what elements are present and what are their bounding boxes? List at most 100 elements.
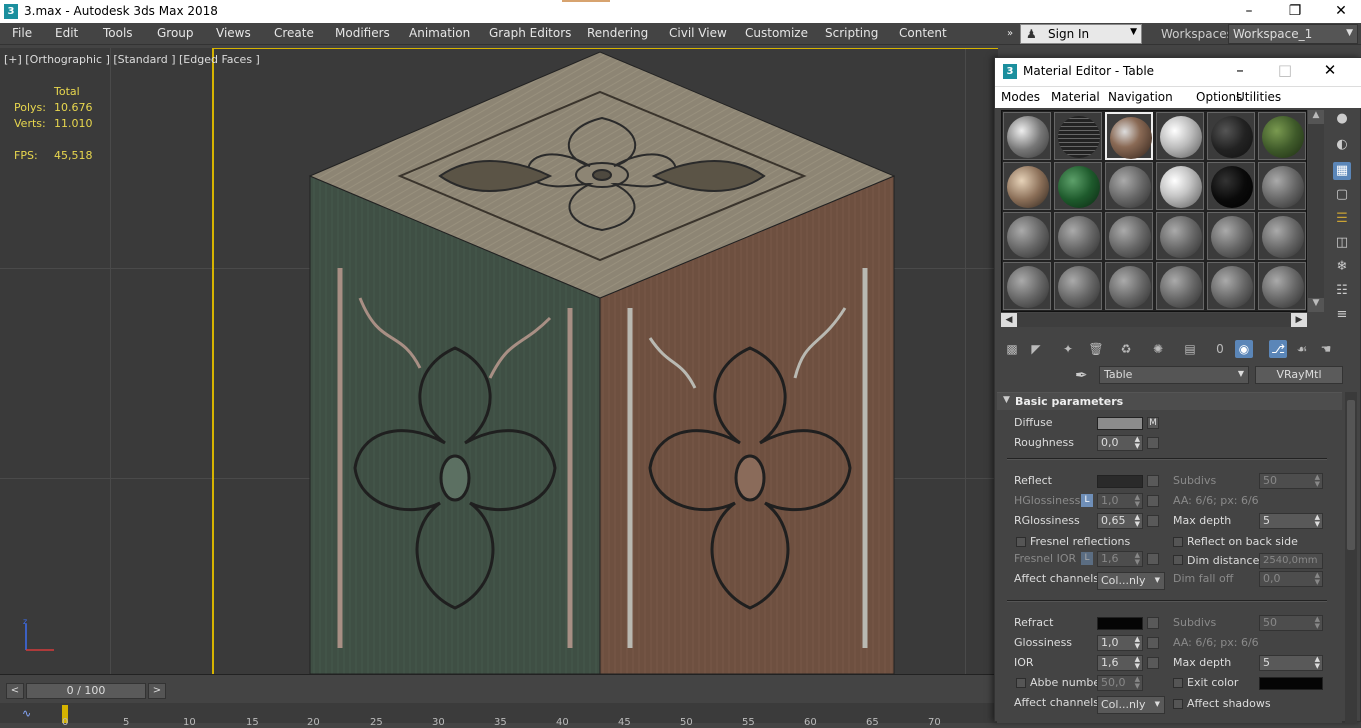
scroll-left-icon[interactable]: ◀ xyxy=(1001,313,1017,327)
sample-slot[interactable] xyxy=(1003,262,1051,310)
sample-slot[interactable] xyxy=(1105,212,1153,260)
curve-editor-icon[interactable]: ∿ xyxy=(22,707,31,720)
close-icon[interactable]: ✕ xyxy=(1310,61,1350,79)
sign-in-dropdown[interactable]: ♟ Sign In ▼ xyxy=(1020,24,1142,44)
fresnel-ior-spinner[interactable]: 1,6 ▲ ▼ xyxy=(1097,551,1143,567)
roughness-map-button[interactable] xyxy=(1147,437,1159,449)
menu-modifiers[interactable]: Modifiers xyxy=(335,26,390,40)
menu-create[interactable]: Create xyxy=(274,26,314,40)
fresnel-ior-lock-button[interactable]: L xyxy=(1081,552,1093,565)
affect-shadows-checkbox[interactable] xyxy=(1173,699,1183,709)
put-to-library-icon[interactable]: ▤ xyxy=(1181,340,1199,358)
abbe-checkbox[interactable] xyxy=(1016,678,1026,688)
show-shaded-material-icon[interactable]: ◉ xyxy=(1235,340,1253,358)
track-bar[interactable]: ∿ 0 5 10 15 20 25 30 35 40 45 50 55 60 6… xyxy=(0,703,1000,728)
select-by-material-icon[interactable]: ☷ xyxy=(1333,282,1351,300)
menu-file[interactable]: File xyxy=(12,26,32,40)
menu-navigation[interactable]: Navigation xyxy=(1108,90,1173,104)
video-color-check-icon[interactable]: ☰ xyxy=(1333,210,1351,228)
scrollbar-thumb[interactable] xyxy=(1347,400,1355,550)
menu-utilities[interactable]: Utilities xyxy=(1236,90,1281,104)
sample-slot[interactable] xyxy=(1156,112,1204,160)
viewport-label[interactable]: [+] [Orthographic ] [Standard ] [Edged F… xyxy=(4,53,260,66)
dim-distance-checkbox[interactable] xyxy=(1173,555,1183,565)
scroll-down-icon[interactable]: ▼ xyxy=(1308,298,1324,312)
menu-rendering[interactable]: Rendering xyxy=(587,26,648,40)
refract-color-swatch[interactable] xyxy=(1097,617,1143,630)
refract-max-depth-spinner[interactable]: 5 ▲ ▼ xyxy=(1259,655,1323,671)
workspace-select[interactable]: Workspace_1 ▼ xyxy=(1228,24,1358,44)
menu-group[interactable]: Group xyxy=(157,26,194,40)
sample-slot[interactable] xyxy=(1003,112,1051,160)
make-copy-icon[interactable]: ♻ xyxy=(1117,340,1135,358)
close-icon[interactable]: ✕ xyxy=(1318,1,1361,22)
diffuse-map-button[interactable]: M xyxy=(1147,417,1159,429)
sample-slot-selected[interactable] xyxy=(1105,112,1153,160)
sample-slot[interactable] xyxy=(1207,162,1255,210)
sample-slot[interactable] xyxy=(1105,162,1153,210)
sample-slot[interactable] xyxy=(1003,162,1051,210)
menu-animation[interactable]: Animation xyxy=(409,26,470,40)
refract-subdivs-spinner[interactable]: 50 ▲ ▼ xyxy=(1259,615,1323,631)
orthographic-viewport[interactable]: [+] [Orthographic ] [Standard ] [Edged F… xyxy=(0,48,998,674)
sample-type-sphere-icon[interactable]: ● xyxy=(1333,110,1351,128)
hglossiness-map-button[interactable] xyxy=(1147,495,1159,507)
backlight-icon[interactable]: ◐ xyxy=(1333,136,1351,154)
reflect-backside-checkbox[interactable] xyxy=(1173,537,1183,547)
rglossiness-spinner[interactable]: 0,65 ▲ ▼ xyxy=(1097,513,1143,529)
sample-slot[interactable] xyxy=(1258,262,1306,310)
menu-modes[interactable]: Modes xyxy=(1001,90,1040,104)
sample-slot[interactable] xyxy=(1207,212,1255,260)
ior-map-button[interactable] xyxy=(1147,657,1159,669)
reflect-color-swatch[interactable] xyxy=(1097,475,1143,488)
sample-slot[interactable] xyxy=(1054,162,1102,210)
make-preview-icon[interactable]: ◫ xyxy=(1333,234,1351,252)
put-to-scene-icon[interactable]: ◤ xyxy=(1027,340,1045,358)
menu-edit[interactable]: Edit xyxy=(55,26,78,40)
abbe-spinner[interactable]: 50,0 ▲ ▼ xyxy=(1097,675,1143,691)
sample-uv-tiling-icon[interactable]: ▢ xyxy=(1333,186,1351,204)
material-navigator-icon[interactable]: ≡ xyxy=(1333,306,1351,324)
roughness-spinner[interactable]: 0,0 ▲ ▼ xyxy=(1097,435,1143,451)
parameters-scrollbar[interactable] xyxy=(1345,392,1357,723)
sample-slot[interactable] xyxy=(1156,212,1204,260)
affect-channels-refract-dropdown[interactable]: Col...nly ▼ xyxy=(1097,696,1165,714)
prev-frame-button[interactable]: < xyxy=(6,683,24,699)
dim-falloff-spinner[interactable]: 0,0 ▲ ▼ xyxy=(1259,571,1323,587)
slots-vertical-scrollbar[interactable]: ▲ ▼ xyxy=(1308,110,1324,312)
reflect-subdivs-spinner[interactable]: 50 ▲ ▼ xyxy=(1259,473,1323,489)
menu-content[interactable]: Content xyxy=(899,26,947,40)
material-type-button[interactable]: VRayMtl xyxy=(1255,366,1343,384)
exit-color-swatch[interactable] xyxy=(1259,677,1323,690)
show-end-result-icon[interactable]: ⎇ xyxy=(1269,340,1287,358)
glossiness-map-button[interactable] xyxy=(1147,637,1159,649)
next-frame-button[interactable]: > xyxy=(148,683,166,699)
menu-material[interactable]: Material xyxy=(1051,90,1100,104)
reflect-map-button[interactable] xyxy=(1147,475,1159,487)
go-to-parent-icon[interactable]: ☙ xyxy=(1293,340,1311,358)
eyedropper-icon[interactable]: ✒ xyxy=(1075,366,1088,384)
scroll-right-icon[interactable]: ▶ xyxy=(1291,313,1307,327)
fresnel-ior-map-button[interactable] xyxy=(1147,553,1159,565)
material-name-field[interactable]: Table ▼ xyxy=(1099,366,1249,384)
sample-slot[interactable] xyxy=(1054,262,1102,310)
scroll-up-icon[interactable]: ▲ xyxy=(1308,110,1324,124)
menu-tools[interactable]: Tools xyxy=(103,26,133,40)
refract-map-button[interactable] xyxy=(1147,617,1159,629)
hglossiness-spinner[interactable]: 1,0 ▲ ▼ xyxy=(1097,493,1143,509)
go-forward-sibling-icon[interactable]: ☚ xyxy=(1317,340,1335,358)
assign-to-selection-icon[interactable]: ✦ xyxy=(1059,340,1077,358)
menu-graph-editors[interactable]: Graph Editors xyxy=(489,26,571,40)
dim-distance-spinner[interactable]: 2540,0mm xyxy=(1259,553,1323,569)
reflect-max-depth-spinner[interactable]: 5 ▲ ▼ xyxy=(1259,513,1323,529)
exit-color-checkbox[interactable] xyxy=(1173,678,1183,688)
material-editor-titlebar[interactable]: 3 Material Editor - Table – □ ✕ xyxy=(995,58,1361,86)
menu-scripting[interactable]: Scripting xyxy=(825,26,878,40)
diffuse-color-swatch[interactable] xyxy=(1097,417,1143,430)
slots-horizontal-scrollbar[interactable]: ◀ ▶ xyxy=(1001,313,1307,327)
time-slider[interactable]: 0 / 100 xyxy=(26,683,146,699)
sample-slot[interactable] xyxy=(1003,212,1051,260)
options-icon[interactable]: ❄ xyxy=(1333,258,1351,276)
sample-slot[interactable] xyxy=(1258,212,1306,260)
basic-parameters-rollout[interactable]: ▼ Basic parameters xyxy=(997,392,1342,410)
